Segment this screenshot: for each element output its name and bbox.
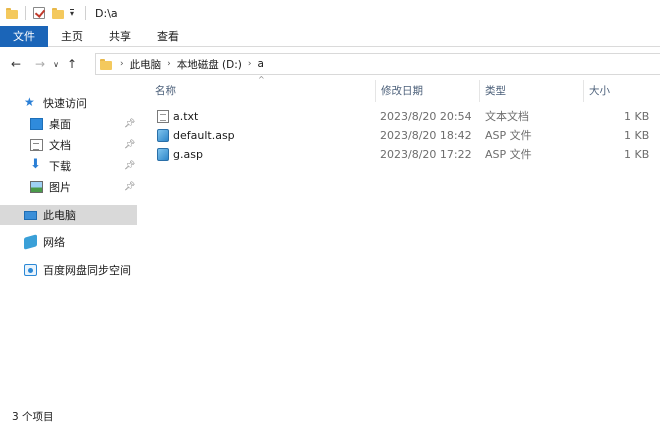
text-file-icon [157,110,169,123]
title-bar: ▾ D:\a [0,0,660,26]
tab-file[interactable]: 文件 [0,26,48,47]
column-divider[interactable] [479,80,480,102]
forward-arrow-icon[interactable]: → [30,53,50,75]
title-separator-2 [85,6,87,20]
sidebar-item-quick-access[interactable]: 快速访问 [24,93,87,113]
properties-check-icon[interactable] [33,7,45,19]
asp-file-icon [157,148,169,161]
column-divider[interactable] [375,80,376,102]
pin-icon[interactable]: 📌︎ [124,182,135,192]
up-arrow-icon[interactable]: ↑ [62,53,82,75]
sidebar-item-desktop[interactable]: 桌面 📌︎ [30,114,137,134]
file-modified: 2023/8/20 20:54 [380,110,472,123]
chevron-right-icon[interactable]: › [248,59,252,69]
file-type: 文本文档 [485,110,529,123]
quick-access-dropdown-icon[interactable]: ▾ [70,8,75,18]
breadcrumb-drive-d[interactable]: 本地磁盘 (D:) [177,57,242,72]
new-folder-icon[interactable] [52,7,64,19]
file-row[interactable]: g.asp 2023/8/20 17:22 ASP 文件 1 KB [150,145,660,164]
file-size: 1 KB [624,110,650,123]
sidebar-item-this-pc[interactable]: 此电脑 [0,205,137,225]
recent-locations-chevron-icon[interactable]: ∨ [50,53,62,75]
computer-icon [24,210,37,220]
sidebar-item-label: 此电脑 [43,209,76,222]
asp-file-icon [157,129,169,142]
pin-icon[interactable]: 📌︎ [124,119,135,129]
title-separator [25,6,26,20]
tab-share[interactable]: 共享 [96,26,144,47]
document-icon [30,139,43,151]
sidebar-item-documents[interactable]: 文档 📌︎ [30,135,137,155]
chevron-right-icon[interactable]: › [120,59,124,69]
pictures-icon [30,181,43,193]
column-header-type[interactable]: 类型 [485,80,506,102]
status-item-count: 3 个项目 [12,411,54,423]
file-size: 1 KB [624,129,650,142]
file-name: g.asp [173,148,203,161]
file-name: a.txt [173,110,199,123]
sidebar-item-downloads[interactable]: 下载 📌︎ [30,156,137,176]
column-header-name[interactable]: 名称 [155,80,176,102]
sidebar-item-label: 下载 [49,160,71,173]
chevron-right-icon[interactable]: › [167,59,171,69]
star-icon [24,95,37,109]
sidebar-item-label: 快速访问 [43,97,87,110]
file-row[interactable]: default.asp 2023/8/20 18:42 ASP 文件 1 KB [150,126,660,145]
column-divider[interactable] [583,80,584,102]
pin-icon[interactable]: 📌︎ [124,161,135,171]
folder-icon [6,7,18,19]
address-bar[interactable]: › 此电脑 › 本地磁盘 (D:) › a [95,53,660,75]
sidebar-item-label: 图片 [49,181,71,194]
breadcrumb-this-pc[interactable]: 此电脑 [130,57,162,72]
file-modified: 2023/8/20 18:42 [380,129,472,142]
pin-icon[interactable]: 📌︎ [124,140,135,150]
column-header-size[interactable]: 大小 [589,80,610,102]
network-icon [24,234,37,250]
window-title: D:\a [95,6,118,20]
navigation-bar: ← → ∨ ↑ › 此电脑 › 本地磁盘 (D:) › a [0,48,660,80]
sidebar-item-label: 文档 [49,139,71,152]
tab-view[interactable]: 查看 [144,26,192,47]
back-arrow-icon[interactable]: ← [6,53,26,75]
address-folder-icon [100,58,112,70]
ribbon-tabs: 文件 主页 共享 查看 [0,26,660,47]
desktop-icon [30,118,43,130]
tab-home[interactable]: 主页 [48,26,96,47]
sidebar-item-pictures[interactable]: 图片 📌︎ [30,177,137,197]
file-type: ASP 文件 [485,129,532,142]
file-row[interactable]: a.txt 2023/8/20 20:54 文本文档 1 KB [150,107,660,126]
sidebar-item-label: 百度网盘同步空间 [43,264,131,277]
column-header-modified[interactable]: 修改日期 [381,80,423,102]
file-name: default.asp [173,129,235,142]
baidu-netdisk-icon [24,264,37,276]
file-type: ASP 文件 [485,148,532,161]
sort-ascending-icon: ^ [258,75,265,84]
sidebar-item-label: 网络 [43,236,65,249]
file-modified: 2023/8/20 17:22 [380,148,472,161]
navigation-pane: 快速访问 桌面 📌︎ 文档 📌︎ 下载 📌︎ 图片 📌︎ 此电脑 网络 百度网盘… [0,80,137,400]
breadcrumb-folder-a[interactable]: a [257,58,263,70]
sidebar-item-network[interactable]: 网络 [24,232,65,252]
sidebar-item-label: 桌面 [49,118,71,131]
file-size: 1 KB [624,148,650,161]
sidebar-item-baidu-sync[interactable]: 百度网盘同步空间 [24,260,131,280]
download-icon [30,157,43,172]
